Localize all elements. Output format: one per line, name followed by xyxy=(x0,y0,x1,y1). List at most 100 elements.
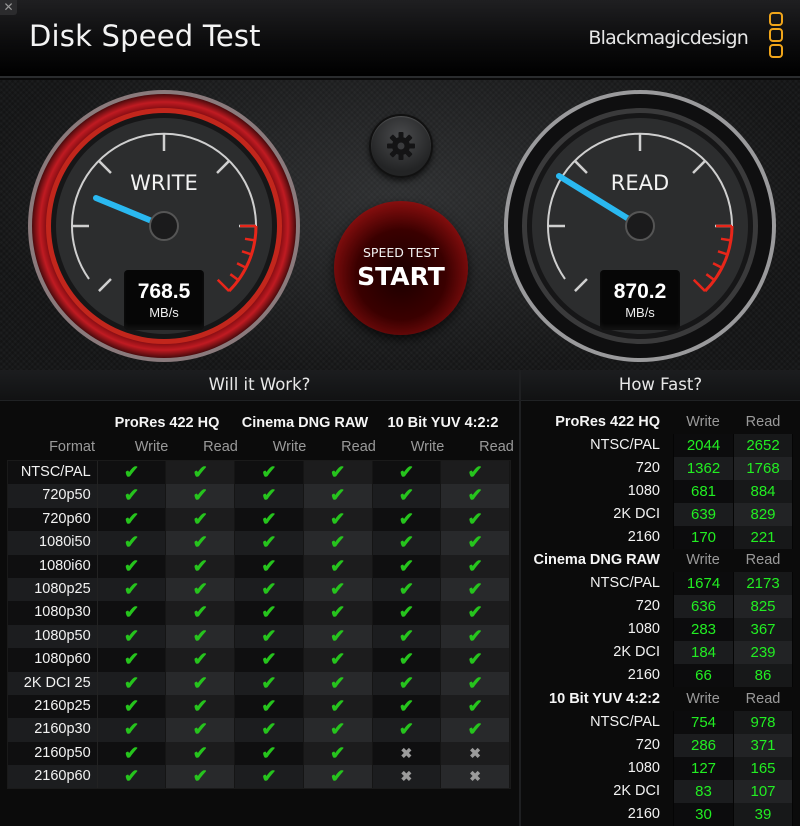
result-cell: ✔ xyxy=(441,694,510,719)
checkmark-icon: ✔ xyxy=(261,742,277,763)
read-fps-value: 884 xyxy=(733,480,793,503)
result-cell: ✔ xyxy=(235,648,304,672)
checkmark-icon: ✔ xyxy=(192,532,208,553)
result-cell: ✔ xyxy=(441,531,510,555)
checkmark-icon: ✔ xyxy=(261,532,277,553)
result-cell: ✔ xyxy=(235,765,304,789)
result-cell: ✔ xyxy=(373,577,442,602)
result-cell: ✔ xyxy=(373,554,442,578)
checkmark-icon: ✔ xyxy=(123,555,140,576)
table-row: 1080 681 884 xyxy=(521,480,800,503)
checkmark-icon: ✔ xyxy=(192,649,208,670)
how-fast-title: How Fast? xyxy=(521,370,800,401)
format-label: 1080i60 xyxy=(8,554,98,578)
read-column-header: Read xyxy=(745,691,781,707)
read-fps-value: 239 xyxy=(733,641,793,664)
group-header: Cinema DNG RAW xyxy=(241,415,369,431)
settings-button[interactable] xyxy=(369,114,433,178)
result-cell: ✔ xyxy=(98,671,167,695)
format-label: 720p50 xyxy=(8,484,98,508)
speed-section-header: ProRes 422 HQ Write Read xyxy=(521,410,800,434)
checkmark-icon: ✔ xyxy=(467,625,483,646)
gauge-panel: WRITE 768.5 MB/s SPEED TEST START READ 8… xyxy=(0,80,800,370)
checkmark-icon: ✔ xyxy=(123,508,140,529)
column-header: Read xyxy=(341,439,376,455)
read-column-header: Read xyxy=(745,414,781,430)
write-fps-value: 681 xyxy=(673,480,733,503)
start-speed-test-button[interactable]: SPEED TEST START xyxy=(334,201,468,335)
write-speed-unit: MB/s xyxy=(149,305,179,320)
checkmark-icon: ✔ xyxy=(123,672,140,693)
gear-icon xyxy=(387,132,415,160)
result-cell: ✔ xyxy=(373,484,442,508)
result-cell: ✔ xyxy=(166,554,236,578)
checkmark-icon: ✔ xyxy=(330,766,346,787)
format-label: 1080p25 xyxy=(8,577,98,602)
read-column-header: Read xyxy=(745,552,781,568)
codec-group-headers: ProRes 422 HQ Cinema DNG RAW 10 Bit YUV … xyxy=(98,415,512,431)
checkmark-icon: ✔ xyxy=(398,462,414,482)
start-button-caption: SPEED TEST xyxy=(363,245,439,260)
checkmark-icon: ✔ xyxy=(467,695,483,716)
read-fps-value: 39 xyxy=(733,803,793,826)
result-cell: ✔ xyxy=(235,624,304,649)
will-it-work-title: Will it Work? xyxy=(0,370,519,401)
read-fps-value: 1768 xyxy=(733,457,793,480)
checkmark-icon: ✔ xyxy=(467,602,483,623)
resolution-label: 1080 xyxy=(627,483,660,499)
result-cell: ✔ xyxy=(98,554,167,578)
speed-section-header: 10 Bit YUV 4:2:2 Write Read xyxy=(521,687,800,711)
checkmark-icon: ✔ xyxy=(192,672,208,693)
checkmark-icon: ✔ xyxy=(123,766,140,787)
table-row: 1080p25 ✔ ✔ ✔ ✔ ✔ ✔ xyxy=(8,577,510,602)
checkmark-icon: ✔ xyxy=(123,578,140,599)
cross-icon: ✖ xyxy=(400,744,413,761)
result-cell: ✔ xyxy=(166,484,236,508)
checkmark-icon: ✔ xyxy=(123,742,140,763)
format-label: 1080p50 xyxy=(8,624,98,649)
resolution-label: NTSC/PAL xyxy=(590,714,660,730)
table-row: NTSC/PAL 2044 2652 xyxy=(521,434,800,457)
title-bar: ✕ Disk Speed Test Blackmagicdesign xyxy=(0,0,800,78)
compatibility-table: NTSC/PAL ✔ ✔ ✔ ✔ ✔ ✔ 720p50 ✔ ✔ ✔ ✔ ✔ ✔ 720p60 ✔ ✔ ✔ ✔ ✔ ✔ 10… xyxy=(7,460,511,790)
result-cell: ✖ xyxy=(441,765,510,789)
result-cell: ✔ xyxy=(166,461,236,485)
result-cell: ✔ xyxy=(303,624,373,649)
checkmark-icon: ✔ xyxy=(261,766,277,787)
format-label: 1080p60 xyxy=(8,648,98,672)
result-cell: ✔ xyxy=(373,461,442,485)
checkmark-icon: ✔ xyxy=(192,695,208,716)
resolution-label: NTSC/PAL xyxy=(590,437,660,453)
checkmark-icon: ✔ xyxy=(330,719,346,740)
read-fps-value: 978 xyxy=(733,711,793,734)
format-label: 2160p50 xyxy=(8,741,98,766)
codec-name: Cinema DNG RAW xyxy=(533,552,661,568)
read-fps-value: 367 xyxy=(733,618,793,641)
format-label: 2160p25 xyxy=(8,694,98,719)
checkmark-icon: ✔ xyxy=(192,485,208,506)
format-label: 720p60 xyxy=(8,507,98,532)
read-fps-value: 86 xyxy=(733,664,793,687)
speed-section: Cinema DNG RAW Write Read NTSC/PAL 1674 2173 7… xyxy=(521,548,800,687)
write-fps-value: 83 xyxy=(673,780,733,803)
checkmark-icon: ✔ xyxy=(330,649,346,670)
table-row: 2K DCI 25 ✔ ✔ ✔ ✔ ✔ ✔ xyxy=(8,671,510,695)
read-readout: 870.2 MB/s xyxy=(600,270,680,330)
result-cell: ✔ xyxy=(98,577,167,602)
checkmark-icon: ✔ xyxy=(261,602,277,623)
read-fps-value: 165 xyxy=(733,757,793,780)
checkmark-icon: ✔ xyxy=(123,719,140,740)
result-cell: ✔ xyxy=(98,531,167,555)
write-gauge: WRITE 768.5 MB/s xyxy=(26,88,302,364)
write-speed-value: 768.5 xyxy=(137,280,191,303)
checkmark-icon: ✔ xyxy=(398,695,414,716)
table-row: NTSC/PAL 1674 2173 xyxy=(521,572,800,595)
result-cell: ✔ xyxy=(235,694,304,719)
result-cell: ✔ xyxy=(235,554,304,578)
resolution-label: 2K DCI xyxy=(613,644,660,660)
checkmark-icon: ✔ xyxy=(123,485,140,506)
result-cell: ✔ xyxy=(98,601,167,625)
write-fps-value: 283 xyxy=(673,618,733,641)
close-icon[interactable]: ✕ xyxy=(0,0,17,15)
read-gauge-label: READ xyxy=(610,171,670,195)
